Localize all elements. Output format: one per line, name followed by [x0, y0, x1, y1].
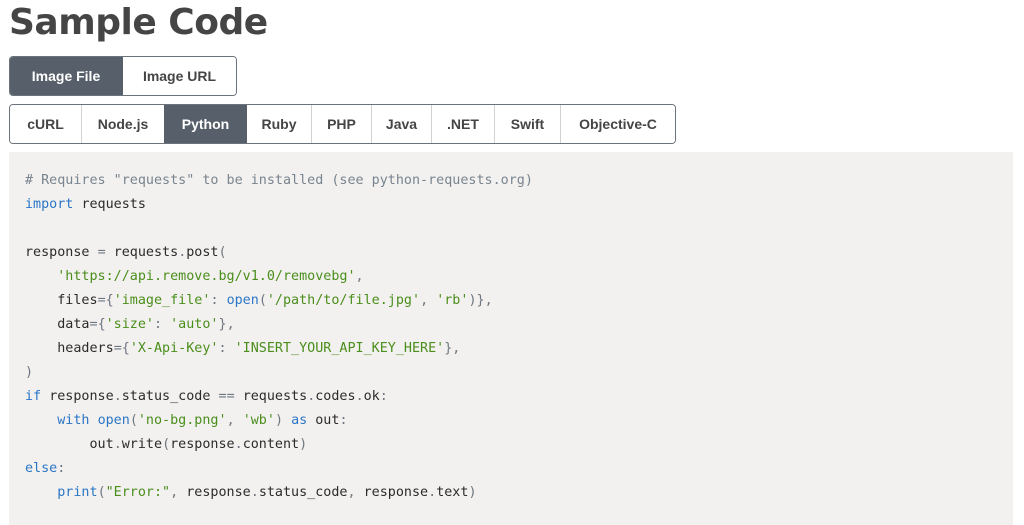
code-line: print("Error:", response.status_code, re… — [57, 485, 477, 500]
tab-image-file[interactable]: Image File — [10, 57, 122, 95]
tab-php[interactable]: PHP — [311, 105, 371, 143]
source-tabs: Image File Image URL — [9, 56, 237, 96]
code-line: ) — [25, 365, 34, 380]
code-line: data={'size': 'auto'}, — [57, 317, 235, 332]
code-line: with open('no-bg.png', 'wb') as out: — [57, 413, 348, 428]
code-line: import requests — [25, 197, 146, 212]
tab-dotnet[interactable]: .NET — [431, 105, 494, 143]
tab-ruby[interactable]: Ruby — [246, 105, 311, 143]
tab-nodejs[interactable]: Node.js — [81, 105, 164, 143]
tab-image-url[interactable]: Image URL — [122, 57, 236, 95]
code-line: 'https://api.remove.bg/v1.0/removebg', — [57, 269, 364, 284]
tab-swift[interactable]: Swift — [494, 105, 560, 143]
code-line: out.write(response.content) — [89, 437, 308, 452]
tab-java[interactable]: Java — [371, 105, 431, 143]
tab-objective-c[interactable]: Objective-C — [560, 105, 675, 143]
code-content[interactable]: # Requires "requests" to be installed (s… — [25, 169, 533, 505]
tab-curl[interactable]: cURL — [10, 105, 81, 143]
code-block[interactable]: # Requires "requests" to be installed (s… — [9, 152, 1013, 525]
language-tabs: cURL Node.js Python Ruby PHP Java .NET S… — [9, 104, 676, 144]
code-line: headers={'X-Api-Key': 'INSERT_YOUR_API_K… — [57, 341, 461, 356]
code-line: response = requests.post( — [25, 245, 227, 260]
code-line: # Requires "requests" to be installed (s… — [25, 173, 533, 188]
code-line: if response.status_code == requests.code… — [25, 389, 388, 404]
code-line: files={'image_file': open('/path/to/file… — [57, 293, 493, 308]
tab-python[interactable]: Python — [164, 105, 246, 143]
code-line: else: — [25, 461, 66, 476]
page-title: Sample Code — [9, 2, 268, 43]
